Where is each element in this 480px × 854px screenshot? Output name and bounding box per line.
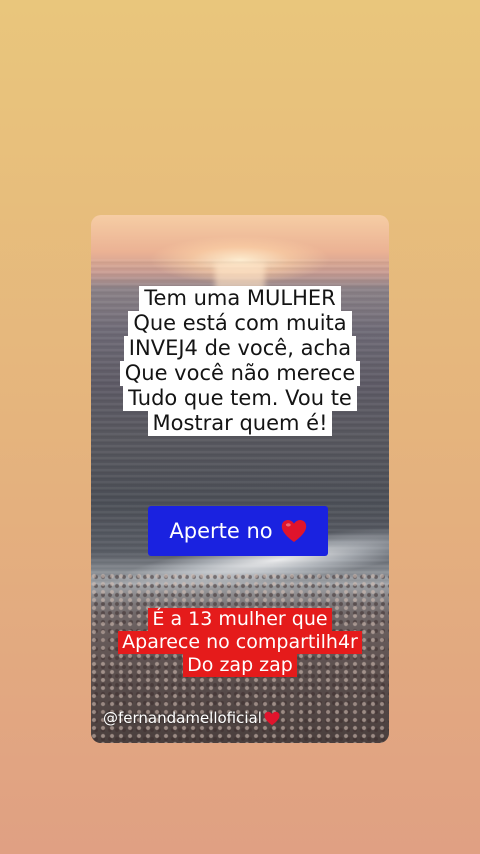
heart-icon — [281, 520, 306, 542]
headline-line: Que está com muita — [128, 311, 352, 336]
author-handle[interactable]: @fernandamelloficial — [103, 709, 280, 727]
note-line: Do zap zap — [183, 654, 297, 677]
author-handle-text: @fernandamelloficial — [103, 709, 262, 727]
aperte-button-label: Aperte no — [169, 519, 273, 543]
heart-icon — [264, 711, 280, 725]
headline-line: Que você não merece — [119, 361, 361, 386]
story-card[interactable]: Tem uma MULHER Que está com muita INVEJ4… — [91, 215, 389, 743]
headline-line: Tudo que tem. Vou te — [123, 386, 357, 411]
note-line: É a 13 mulher que — [148, 608, 332, 631]
headline-line: INVEJ4 de você, acha — [123, 336, 357, 361]
note-line: Aparece no compartilh4r — [118, 631, 362, 654]
headline-text: Tem uma MULHER Que está com muita INVEJ4… — [91, 286, 389, 436]
note-text: É a 13 mulher que Aparece no compartilh4… — [91, 608, 389, 677]
aperte-button[interactable]: Aperte no — [148, 506, 328, 556]
headline-line: Mostrar quem é! — [147, 411, 333, 436]
headline-line: Tem uma MULHER — [139, 286, 341, 311]
